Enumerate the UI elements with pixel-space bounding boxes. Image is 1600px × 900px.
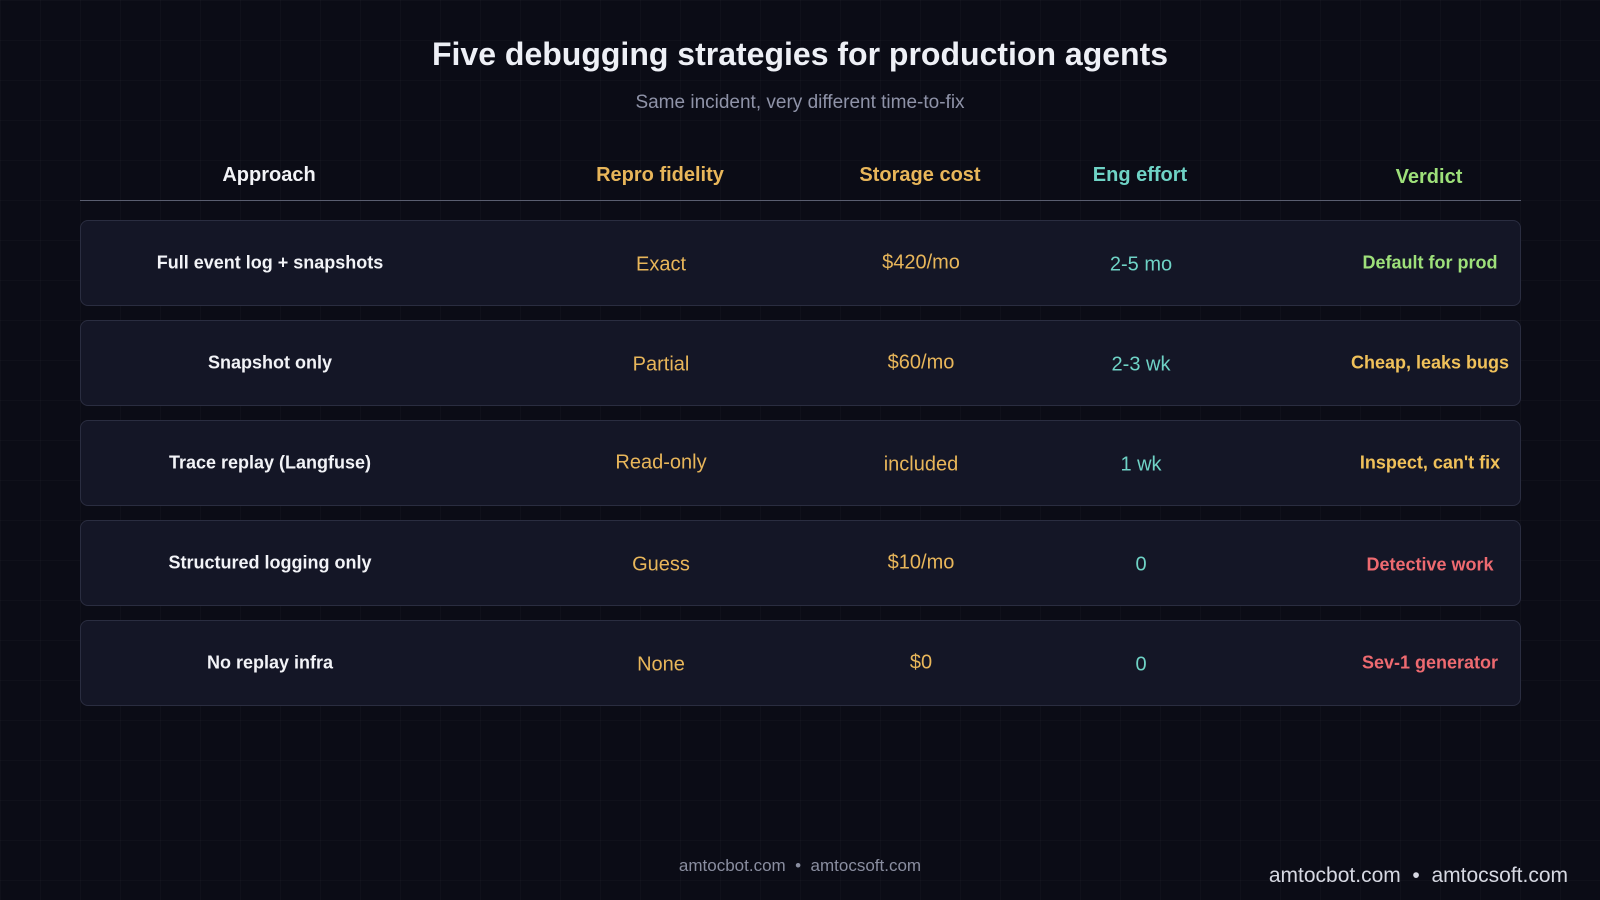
cell-eng-effort: 0 [1135,653,1147,676]
column-header-eng-effort: Eng effort [1092,164,1188,186]
cell-storage-cost: $420/mo [882,251,960,274]
table-row: Full event log + snapshots Exact $420/mo… [80,220,1521,306]
cell-storage-cost: $10/mo [887,551,955,574]
cell-repro-fidelity: Guess [632,553,690,576]
column-header-repro-fidelity: Repro fidelity [596,164,724,186]
column-header-approach: Approach [222,164,316,186]
table-row: Trace replay (Langfuse) Read-only includ… [80,420,1521,506]
page-subtitle: Same incident, very different time-to-fi… [635,92,965,113]
cell-verdict: Inspect, can't fix [1359,452,1501,473]
table-row: Snapshot only Partial $60/mo 2-3 wk Chea… [80,320,1521,406]
cell-repro-fidelity: Exact [635,253,687,276]
column-header-storage-cost: Storage cost [859,164,981,186]
cell-approach: Structured logging only [168,552,372,573]
cell-eng-effort: 2-5 mo [1109,253,1173,276]
footer-links-watermark: amtocbot.com • amtocsoft.com [1268,864,1568,887]
cell-approach: No replay infra [206,652,334,673]
table-header: Approach Repro fidelity Storage cost Eng… [80,158,1521,201]
cell-storage-cost: $60/mo [887,351,955,374]
cell-repro-fidelity: None [637,653,685,676]
cell-eng-effort: 2-3 wk [1111,353,1171,376]
cell-approach: Trace replay (Langfuse) [168,452,372,473]
cell-repro-fidelity: Read-only [615,451,707,474]
cell-storage-cost: included [883,453,959,476]
table-row: Structured logging only Guess $10/mo 0 D… [80,520,1521,606]
cell-verdict: Cheap, leaks bugs [1350,352,1510,373]
cell-eng-effort: 0 [1135,553,1147,576]
cell-verdict: Detective work [1366,554,1494,575]
column-header-verdict: Verdict [1395,166,1463,188]
page-title: Five debugging strategies for production… [431,36,1169,72]
cell-storage-cost: $0 [909,651,933,674]
cell-approach: Full event log + snapshots [156,252,384,273]
cell-eng-effort: 1 wk [1120,453,1162,476]
cell-repro-fidelity: Partial [632,353,690,376]
cell-approach: Snapshot only [207,352,333,373]
table-row: No replay infra None $0 0 Sev-1 generato… [80,620,1521,706]
cell-verdict: Default for prod [1362,252,1498,273]
cell-verdict: Sev-1 generator [1361,652,1499,673]
